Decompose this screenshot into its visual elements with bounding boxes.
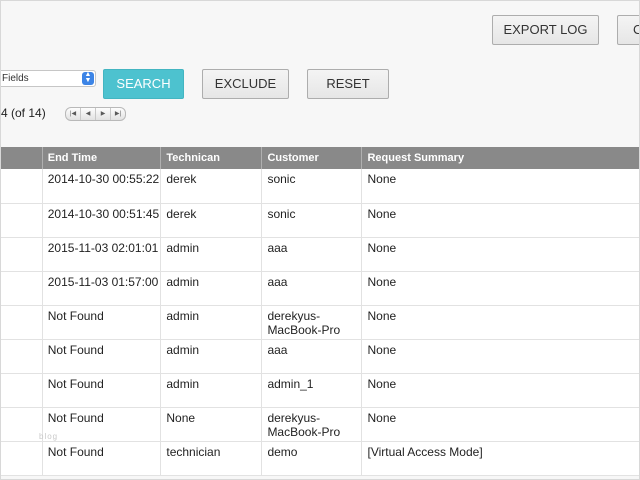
technician-cell: admin [160, 305, 263, 340]
export-log-button[interactable]: EXPORT LOG [492, 15, 599, 45]
table-row[interactable]: Not Found admin derekyus-MacBook-Pro Non… [1, 305, 639, 340]
pager: |◀ ◀ ▶ ▶| [65, 107, 126, 121]
summary-cell: None [361, 169, 639, 204]
technician-cell: admin [160, 373, 263, 408]
field-select-value: Fields [2, 73, 29, 84]
table-cell [1, 203, 43, 238]
column-header-end-time[interactable]: End Time [42, 147, 162, 169]
end-time-cell: 2014-10-30 00:55:22 [42, 169, 162, 204]
customer-cell: derekyus-MacBook-Pro [261, 407, 363, 442]
table-cell [1, 305, 43, 340]
select-arrows-icon: ▲ ▼ [82, 71, 94, 85]
table-row[interactable]: Not Found admin admin_1 None [1, 373, 639, 408]
customer-cell: aaa [261, 237, 363, 272]
technician-cell: admin [160, 271, 263, 306]
column-header-customer[interactable]: Customer [261, 147, 363, 169]
table-row[interactable]: Not Found technician demo [Virtual Acces… [1, 441, 639, 476]
end-time-cell: 2014-10-30 00:51:45 [42, 203, 162, 238]
technician-cell: admin [160, 339, 263, 374]
customer-cell: sonic [261, 203, 363, 238]
column-header-technician[interactable]: Technican [160, 147, 263, 169]
last-page-icon[interactable]: ▶| [111, 108, 125, 120]
table-cell [1, 271, 43, 306]
app-window: EXPORT LOG C Fields ▲▼ SEARCH EXCLUDE RE… [0, 0, 640, 480]
summary-cell: [Virtual Access Mode] [361, 441, 639, 476]
end-time-cell: 2015-11-03 01:57:00 [42, 271, 162, 306]
table-row[interactable]: 2015-11-03 01:57:00 admin aaa None [1, 271, 639, 306]
technician-cell: derek [160, 203, 263, 238]
search-button[interactable]: SEARCH [103, 69, 184, 99]
table-cell [1, 441, 43, 476]
cut-off-button[interactable]: C [617, 15, 639, 45]
field-select[interactable]: Fields ▲ ▼ [1, 70, 96, 87]
end-time-cell: Not Found [42, 305, 162, 340]
column-header-request-summary[interactable]: Request Summary [361, 147, 639, 169]
summary-cell: None [361, 407, 639, 442]
end-time-cell: 2015-11-03 02:01:01 [42, 237, 162, 272]
table-cell [1, 373, 43, 408]
summary-cell: None [361, 271, 639, 306]
table-row[interactable]: 2014-10-30 00:51:45 derek sonic None [1, 203, 639, 238]
session-table: End Time Technican Customer Request Summ… [1, 147, 639, 476]
technician-cell: derek [160, 169, 263, 204]
reset-button[interactable]: RESET [307, 69, 389, 99]
end-time-cell: Not Found [42, 407, 162, 442]
customer-cell: aaa [261, 271, 363, 306]
customer-cell: sonic [261, 169, 363, 204]
summary-cell: None [361, 203, 639, 238]
table-cell [1, 407, 43, 442]
customer-cell: admin_1 [261, 373, 363, 408]
summary-cell: None [361, 373, 639, 408]
end-time-cell: Not Found [42, 441, 162, 476]
page-count: 4 (of 14) [1, 106, 46, 120]
prev-page-icon[interactable]: ◀ [81, 108, 96, 120]
table-row[interactable]: 2014-10-30 00:55:22 derek sonic None [1, 169, 639, 204]
column-header[interactable] [1, 147, 43, 169]
customer-cell: aaa [261, 339, 363, 374]
table-cell [1, 237, 43, 272]
table-cell [1, 339, 43, 374]
table-row[interactable]: Not Found admin aaa None [1, 339, 639, 374]
table-row[interactable]: 2015-11-03 02:01:01 admin aaa None [1, 237, 639, 272]
table-header-row: End Time Technican Customer Request Summ… [1, 147, 639, 169]
summary-cell: None [361, 237, 639, 272]
first-page-icon[interactable]: |◀ [66, 108, 81, 120]
watermark: blog [39, 432, 59, 441]
next-page-icon[interactable]: ▶ [96, 108, 111, 120]
summary-cell: None [361, 305, 639, 340]
technician-cell: admin [160, 237, 263, 272]
table-cell [1, 169, 43, 204]
end-time-cell: Not Found [42, 373, 162, 408]
table-row[interactable]: Not Found None derekyus-MacBook-Pro None [1, 407, 639, 442]
customer-cell: derekyus-MacBook-Pro [261, 305, 363, 340]
end-time-cell: Not Found [42, 339, 162, 374]
summary-cell: None [361, 339, 639, 374]
technician-cell: technician [160, 441, 263, 476]
exclude-button[interactable]: EXCLUDE [202, 69, 289, 99]
technician-cell: None [160, 407, 263, 442]
customer-cell: demo [261, 441, 363, 476]
